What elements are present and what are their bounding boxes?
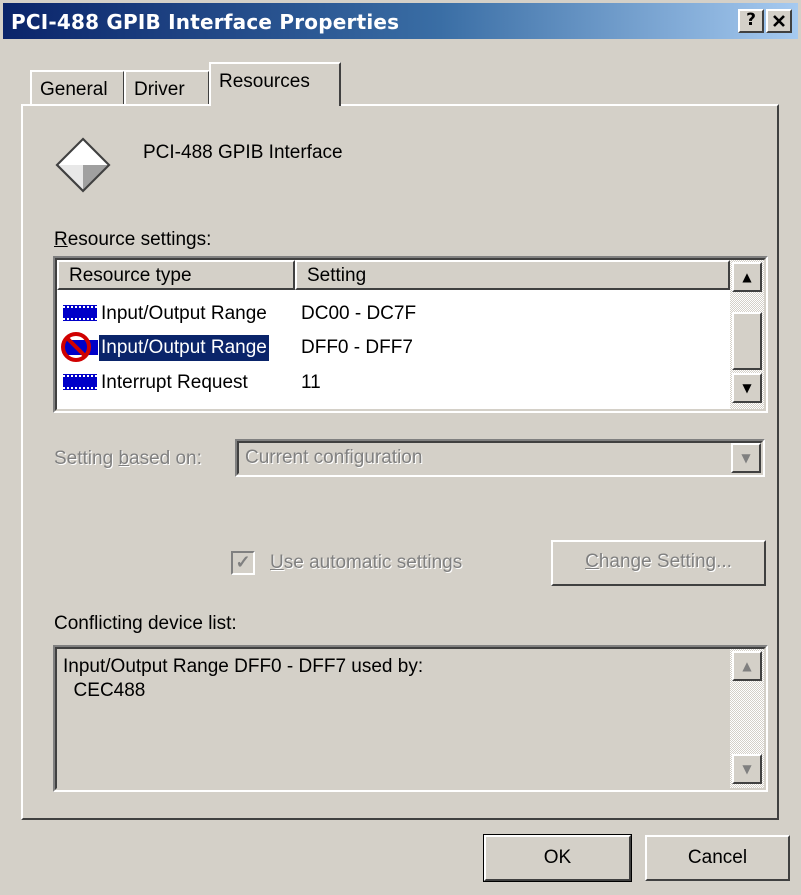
device-diamond-icon [55,137,111,193]
device-name: PCI-488 GPIB Interface [143,142,343,163]
conflicting-device-text: Input/Output Range DFF0 - DFF7 used by: … [63,656,424,701]
resource-settings-label: Resource settings: [54,229,212,250]
dropdown-arrow-icon[interactable]: ▼ [731,443,761,473]
resource-type-cell: Interrupt Request [101,372,248,393]
conflict-icon [61,332,98,362]
use-automatic-settings-label: Use automatic settings [270,552,463,573]
cancel-button[interactable]: Cancel [645,835,790,881]
resource-type-cell: Input/Output Range [98,334,270,362]
scroll-up-button[interactable]: ▲ [732,651,762,681]
change-setting-button[interactable]: Change Setting... [551,540,766,586]
chip-icon [63,305,97,321]
scroll-up-button[interactable]: ▲ [732,262,762,292]
resource-row[interactable]: Interrupt Request 11 [57,366,737,398]
column-header-setting[interactable]: Setting [295,260,730,290]
scroll-down-button[interactable]: ▼ [732,754,762,784]
setting-based-on-label: Setting based on: [54,448,202,469]
resource-setting-cell: DC00 - DC7F [301,303,417,324]
conflicting-device-list[interactable]: Input/Output Range DFF0 - DFF7 used by: … [53,645,768,792]
resource-row-selected[interactable]: Input/Output Range DFF0 - DFF7 [57,331,737,363]
scroll-down-button[interactable]: ▼ [732,373,762,403]
resource-list[interactable]: Resource type Setting Input/Output Range… [53,256,768,413]
ok-button[interactable]: OK [483,834,632,882]
conflicting-device-list-label: Conflicting device list: [54,613,237,634]
setting-based-on-value: Current configuration [245,447,423,468]
use-automatic-settings-checkbox[interactable]: ✓ [231,551,255,575]
chip-icon [63,374,97,390]
resource-row[interactable]: Input/Output Range DC00 - DC7F [57,297,737,329]
resource-setting-cell: 11 [301,372,321,393]
resource-type-cell: Input/Output Range [101,303,267,324]
resource-setting-cell: DFF0 - DFF7 [301,337,413,358]
scroll-thumb[interactable] [732,312,762,370]
setting-based-on-select[interactable]: Current configuration ▼ [235,439,765,477]
column-header-resource-type[interactable]: Resource type [57,260,295,290]
properties-dialog: PCI-488 GPIB Interface Properties ? Gene… [0,0,801,895]
